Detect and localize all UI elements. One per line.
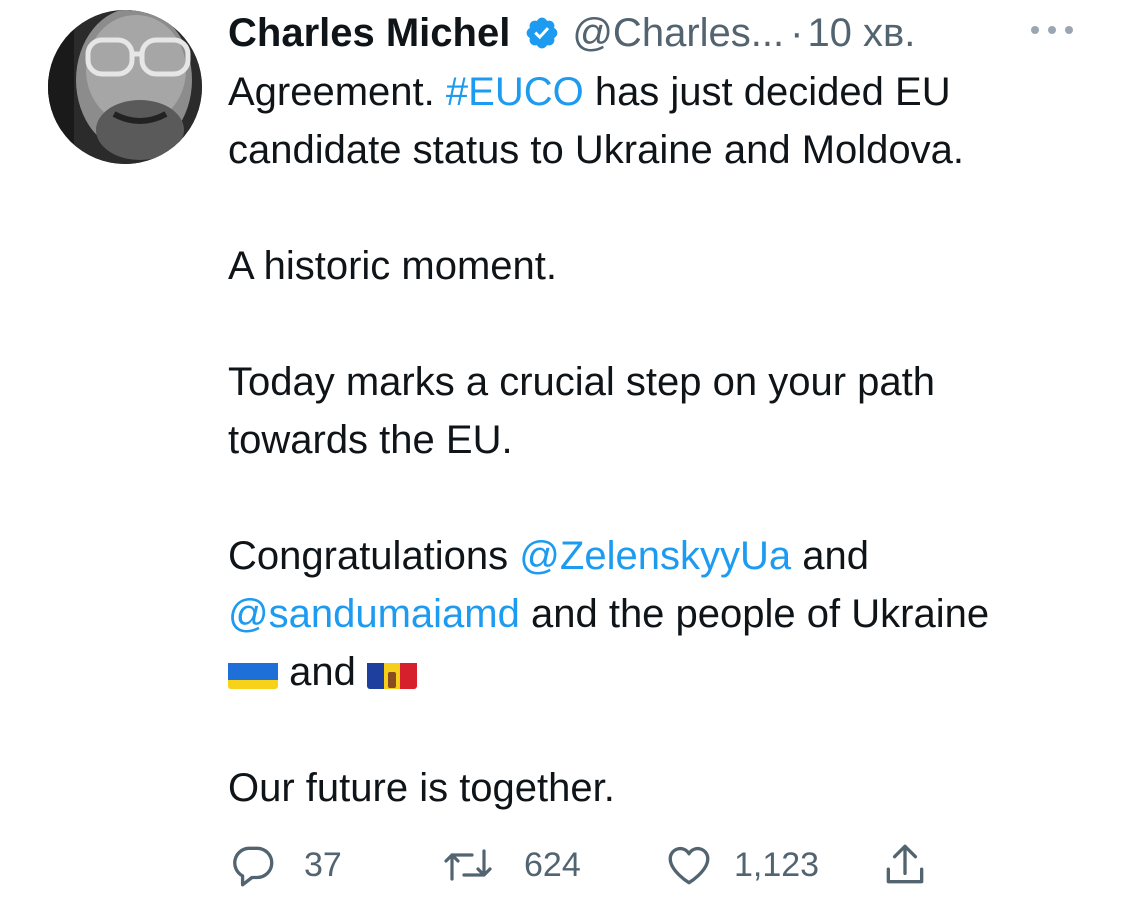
text-segment: Congratulations [228, 534, 520, 578]
author-handle[interactable]: @Charles... [572, 11, 784, 56]
tweet-line: towards the EU. [228, 418, 513, 462]
like-count: 1,123 [734, 845, 820, 884]
reply-icon [228, 840, 278, 890]
tweet-text: Agreement. #EUCO has just decided EU can… [228, 63, 1108, 817]
avatar[interactable] [48, 10, 202, 164]
reply-count: 37 [304, 845, 342, 884]
share-button[interactable] [880, 835, 930, 895]
dot [1031, 26, 1039, 34]
text-segment: has just decided EU [583, 70, 951, 114]
retweet-button[interactable]: 624 [440, 835, 581, 895]
dot [1048, 26, 1056, 34]
reply-button[interactable]: 37 [228, 835, 342, 895]
tweet-line: Agreement. #EUCO has just decided EU [228, 63, 1108, 121]
dot [1065, 26, 1073, 34]
heart-icon [664, 840, 714, 890]
flag-moldova-icon [366, 655, 417, 689]
tweet-header: Charles Michel @Charles... · 10 хв. [228, 6, 915, 60]
tweet-line: A historic moment. [228, 244, 558, 288]
flag-ukraine-icon [228, 655, 278, 689]
tweet-actions: 37 624 1,123 [228, 835, 948, 895]
mention-link[interactable]: @ZelenskyyUa [519, 534, 791, 578]
timestamp[interactable]: 10 хв. [807, 11, 915, 56]
tweet-line: candidate status to Ukraine and Moldova. [228, 128, 964, 172]
retweet-icon [440, 840, 496, 890]
separator-dot: · [790, 10, 804, 55]
mention-link[interactable]: @sandumaiamd [228, 592, 520, 636]
text-segment: and [278, 650, 367, 694]
text-segment: and the people of Ukraine [519, 592, 990, 636]
retweet-count: 624 [524, 845, 581, 884]
hashtag-link[interactable]: #EUCO [446, 70, 584, 114]
avatar-photo [48, 10, 202, 164]
like-button[interactable]: 1,123 [664, 835, 819, 895]
tweet-line: Today marks a crucial step on your path [228, 360, 936, 404]
author-name[interactable]: Charles Michel [228, 11, 510, 56]
tweet-line: and [228, 643, 1108, 701]
tweet-line: Congratulations @ZelenskyyUa and [228, 527, 1108, 585]
more-dots-icon[interactable] [1031, 20, 1073, 40]
text-segment: Agreement. [228, 70, 446, 114]
tweet-line: @sandumaiamd and the people of Ukraine [228, 585, 1108, 643]
tweet-line: Our future is together. [228, 766, 615, 810]
verified-badge-icon [524, 15, 560, 51]
share-icon [880, 840, 930, 890]
text-segment: and [791, 534, 869, 578]
